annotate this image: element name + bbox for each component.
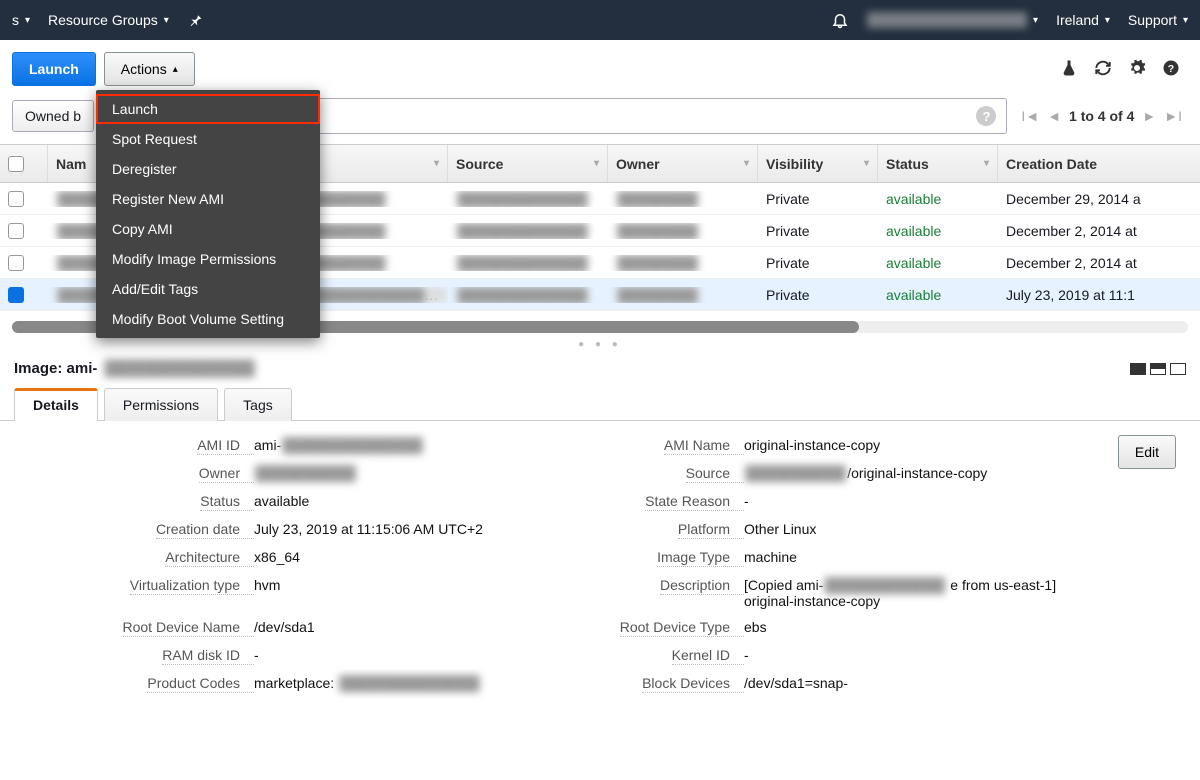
edit-button[interactable]: Edit [1118,435,1176,469]
pager-first-icon[interactable]: I◄ [1021,108,1039,124]
services-dropdown[interactable]: s▾ [12,12,30,28]
value-product-codes: marketplace: ██████████████ [254,675,574,691]
label-product-codes: Product Codes [147,675,254,693]
pin-icon[interactable] [187,11,205,29]
row-checkbox[interactable] [8,223,24,239]
label-status: Status [200,493,254,511]
row-checkbox[interactable] [8,287,24,303]
detail-tabs: Details Permissions Tags [0,387,1200,421]
bell-icon[interactable] [831,11,849,29]
label-root-device-type: Root Device Type [620,619,744,637]
refresh-icon[interactable] [1094,59,1112,80]
owned-by-filter[interactable]: Owned b [12,100,94,132]
label-ram-disk-id: RAM disk ID [162,647,254,665]
label-block-devices: Block Devices [642,675,744,693]
select-all-checkbox[interactable] [8,156,24,172]
label-root-device-name: Root Device Name [123,619,255,637]
col-creation-date[interactable]: Creation Date [998,145,1200,182]
value-image-type: machine [744,549,1074,565]
layout-full-icon[interactable] [1130,363,1146,375]
label-platform: Platform [678,521,744,539]
experiments-icon[interactable] [1060,59,1078,80]
actions-menu-copy-ami[interactable]: Copy AMI [96,214,320,244]
value-creation-date: July 23, 2019 at 11:15:06 AM UTC+2 [254,521,574,537]
row-checkbox[interactable] [8,255,24,271]
row-checkbox[interactable] [8,191,24,207]
label-image-type: Image Type [657,549,744,567]
value-virtualization: hvm [254,577,574,593]
value-ami-name: original-instance-copy [744,437,1074,453]
value-block-devices: /dev/sda1=snap- [744,675,1074,691]
label-architecture: Architecture [165,549,254,567]
launch-button[interactable]: Launch [12,52,96,86]
value-root-device-name: /dev/sda1 [254,619,574,635]
pager-last-icon[interactable]: ►I [1164,108,1182,124]
actions-menu-add-edit-tags[interactable]: Add/Edit Tags [96,274,320,304]
value-ami-id: ami-██████████████ [254,437,574,453]
value-root-device-type: ebs [744,619,1074,635]
help-icon[interactable]: ? [1162,59,1180,80]
actions-menu: Launch Spot Request Deregister Register … [96,90,320,338]
label-owner: Owner [199,465,254,483]
value-platform: Other Linux [744,521,1074,537]
actions-menu-deregister[interactable]: Deregister [96,154,320,184]
tab-details[interactable]: Details [14,388,98,421]
pager-prev-icon[interactable]: ◄ [1047,108,1061,124]
split-handle[interactable]: ● ● ● [0,339,1200,354]
support-dropdown[interactable]: Support▾ [1128,12,1188,28]
col-source[interactable]: Source▾ [448,145,608,182]
search-help-icon[interactable]: ? [976,106,996,126]
account-dropdown[interactable]: ▾ [867,12,1038,28]
region-dropdown[interactable]: Ireland▾ [1056,12,1110,28]
value-source: ██████████/original-instance-copy [744,465,1074,481]
details-panel: Edit AMI ID ami-██████████████ AMI Name … [0,421,1200,709]
pager-text: 1 to 4 of 4 [1069,108,1134,124]
top-nav: s▾ Resource Groups▾ ▾ Ireland▾ Support▾ [0,0,1200,40]
tab-permissions[interactable]: Permissions [104,388,218,421]
label-ami-id: AMI ID [197,437,254,455]
value-state-reason: - [744,493,1074,509]
value-owner: ██████████ [254,465,574,481]
value-kernel-id: - [744,647,1074,663]
svg-text:?: ? [1168,62,1174,74]
label-virtualization: Virtualization type [130,577,254,595]
toolbar: Launch Actions▴ ? Launch Spot Request De… [0,40,1200,98]
actions-menu-launch[interactable]: Launch [96,94,320,124]
actions-button[interactable]: Actions▴ [104,52,195,86]
pager: I◄ ◄ 1 to 4 of 4 ► ►I [1015,108,1188,124]
layout-switcher[interactable] [1130,363,1186,375]
value-description: [Copied ami-████████████ e from us-east-… [744,577,1074,609]
layout-split-icon[interactable] [1150,363,1166,375]
detail-header: Image: ami-██████████████ [0,354,1200,387]
col-owner[interactable]: Owner▾ [608,145,758,182]
actions-menu-register-new-ami[interactable]: Register New AMI [96,184,320,214]
value-status: available [254,493,574,509]
gear-icon[interactable] [1128,59,1146,80]
col-status[interactable]: Status▾ [878,145,998,182]
col-visibility[interactable]: Visibility▾ [758,145,878,182]
label-creation-date: Creation date [156,521,254,539]
label-description: Description [660,577,744,595]
value-architecture: x86_64 [254,549,574,565]
tab-tags[interactable]: Tags [224,388,292,421]
label-ami-name: AMI Name [664,437,744,455]
resource-groups-dropdown[interactable]: Resource Groups▾ [48,12,169,28]
label-state-reason: State Reason [645,493,744,511]
actions-menu-spot-request[interactable]: Spot Request [96,124,320,154]
actions-menu-modify-boot-volume[interactable]: Modify Boot Volume Setting [96,304,320,334]
label-source: Source [686,465,744,483]
value-ram-disk-id: - [254,647,574,663]
actions-menu-modify-image-permissions[interactable]: Modify Image Permissions [96,244,320,274]
pager-next-icon[interactable]: ► [1142,108,1156,124]
label-kernel-id: Kernel ID [672,647,744,665]
layout-bottom-icon[interactable] [1170,363,1186,375]
detail-title: Image: ami-██████████████ [14,360,256,377]
